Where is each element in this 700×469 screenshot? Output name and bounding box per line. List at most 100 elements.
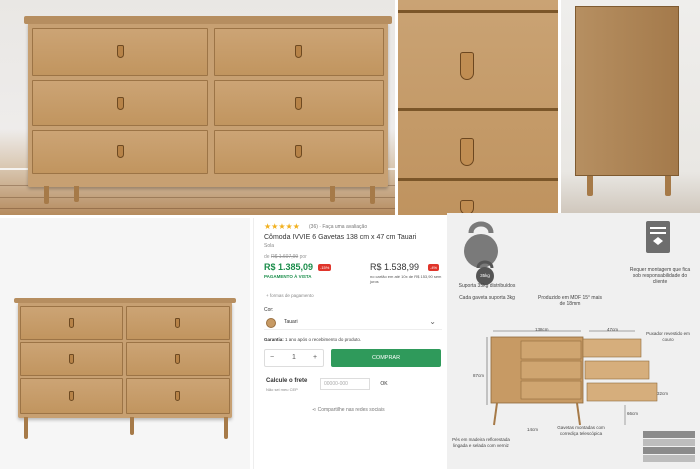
technical-infographic: 35kg Suporta 35kg distribuídos Cada gave…: [447, 213, 700, 469]
warranty-text: Garantia: 1 ano após o recebimento do pr…: [264, 337, 362, 342]
color-swatch: [266, 318, 276, 328]
drawer: [214, 80, 384, 126]
qty-plus-button[interactable]: +: [313, 354, 317, 361]
assembly-text: Requer montagem que fica sob responsabil…: [629, 267, 691, 285]
drawer-handle: [175, 318, 180, 328]
legend-row: [643, 447, 695, 454]
drawer-handle: [117, 145, 124, 158]
drawer: [32, 80, 208, 126]
quantity-stepper[interactable]: − 1 +: [264, 349, 324, 367]
dresser-side-panel: [575, 6, 679, 176]
dresser-body: [24, 16, 392, 187]
product-title: Cômoda IVVIE 6 Gavetas 138 cm x 47 cm Ta…: [264, 234, 417, 241]
drawer: [126, 306, 230, 340]
discount-badge-pix: -15%: [318, 264, 332, 271]
legend-row: [643, 439, 695, 446]
color-label: Cor:: [264, 307, 274, 313]
dim-depth: 47cm: [607, 327, 619, 332]
color-legend: [643, 431, 695, 467]
color-select[interactable]: Tauari ⌄: [264, 316, 442, 330]
dresser-leg: [44, 186, 49, 204]
dim-drawer: 32cm: [657, 391, 669, 396]
qty-value: 1: [292, 354, 296, 361]
qty-minus-button[interactable]: −: [270, 354, 274, 361]
rating-count: (36) · Faça uma avaliação: [309, 224, 368, 230]
drawer: [214, 130, 384, 174]
dresser-leg: [130, 417, 134, 435]
legend-row: [643, 431, 695, 438]
dresser-leg: [665, 176, 671, 196]
handle-callout: Puxador revestido em couro: [646, 331, 690, 342]
buy-button[interactable]: COMPRAR: [331, 349, 441, 367]
drawer-handle: [460, 52, 474, 80]
drawer-handle: [175, 391, 180, 401]
discount-badge-card: -4%: [428, 264, 440, 271]
drawer-handle: [117, 97, 124, 110]
drawer: [126, 342, 230, 376]
pix-label: PAGAMENTO À VISTA: [264, 274, 312, 279]
dresser-leg: [24, 417, 28, 439]
drawer-handle: [117, 45, 124, 58]
dresser-leg: [224, 417, 228, 439]
dim-leg: 14cm: [527, 427, 539, 432]
dresser-leg: [330, 186, 335, 202]
drawer: [32, 28, 208, 76]
drawer-handle: [295, 45, 302, 58]
floor-line: [0, 208, 395, 209]
manual-icon: [646, 221, 670, 253]
dresser-leg: [74, 186, 79, 202]
rate-link[interactable]: Faça uma avaliação: [322, 224, 367, 230]
installments-text: no cartão em até 10x de R$ 153,90 sem ju…: [370, 274, 442, 284]
drawer: [20, 378, 123, 414]
share-social[interactable]: ⋖ Compartilhe nas redes sociais: [312, 407, 385, 413]
pix-price: R$ 1.385,09: [264, 262, 314, 272]
dresser-leg: [587, 176, 593, 196]
cep-ok-button[interactable]: OK: [374, 378, 394, 390]
drawer-gap: [398, 108, 558, 111]
product-detail-panel: ★★★★★ (36) · Faça uma avaliação Cômoda I…: [253, 218, 445, 469]
support-text: Suporta 35kg distribuídos: [458, 283, 516, 289]
material-text: Produzido em MDF 15° mais de 18mm: [538, 295, 602, 307]
drawer: [20, 342, 123, 376]
drawer: [32, 130, 208, 174]
feet-callout: Pés em madeira reflorestada lingada e se…: [452, 437, 510, 448]
drawer-gap: [398, 10, 558, 13]
drawer-support-text: Cada gaveta suporta 3kg: [459, 295, 515, 301]
drawer-handle: [175, 354, 180, 364]
drawer: [126, 378, 230, 414]
photo-dresser-room: [0, 0, 395, 215]
drawer: [20, 306, 123, 340]
floor-line: [0, 197, 395, 198]
drawer-handle: [295, 97, 302, 110]
photo-dresser-side: [561, 0, 700, 215]
drawer-handle: [69, 391, 74, 401]
photo-drawer-closeup: [398, 0, 558, 215]
dim-height: 87cm: [473, 373, 485, 378]
color-name: Tauari: [284, 319, 298, 325]
weight-badge: 35kg: [480, 273, 490, 278]
dim-width: 138cm: [535, 327, 549, 332]
drawer-handle: [69, 318, 74, 328]
drawer-handle: [460, 138, 474, 166]
dresser-leg: [370, 186, 375, 204]
rating-stars[interactable]: ★★★★★: [264, 222, 300, 231]
weight-icon: [476, 260, 494, 285]
drawer-handle: [295, 145, 302, 158]
payment-options-link[interactable]: + formas de pagamento: [266, 293, 314, 298]
dimension-drawing: [486, 330, 658, 426]
drawer-handle: [69, 354, 74, 364]
drawer: [214, 28, 384, 76]
cep-input[interactable]: 00000-000: [320, 378, 370, 390]
drawer-callout: Gavetas montadas com corrediça telescópi…: [557, 425, 605, 436]
shipping-title: Calcule o frete: [266, 378, 308, 384]
product-brand[interactable]: Sola: [264, 243, 274, 249]
chevron-down-icon: ⌄: [429, 317, 436, 326]
legend-row: [643, 455, 695, 462]
dim-inner: 66cm: [627, 411, 639, 416]
dresser-body: [14, 298, 236, 418]
photo-dresser-product: [0, 218, 250, 469]
old-price: de R$ 1.607,99 por: [264, 254, 307, 260]
unknown-cep-link[interactable]: Não sei meu CEP: [266, 387, 298, 392]
drawer-gap: [398, 178, 558, 181]
dresser-top: [14, 298, 236, 303]
